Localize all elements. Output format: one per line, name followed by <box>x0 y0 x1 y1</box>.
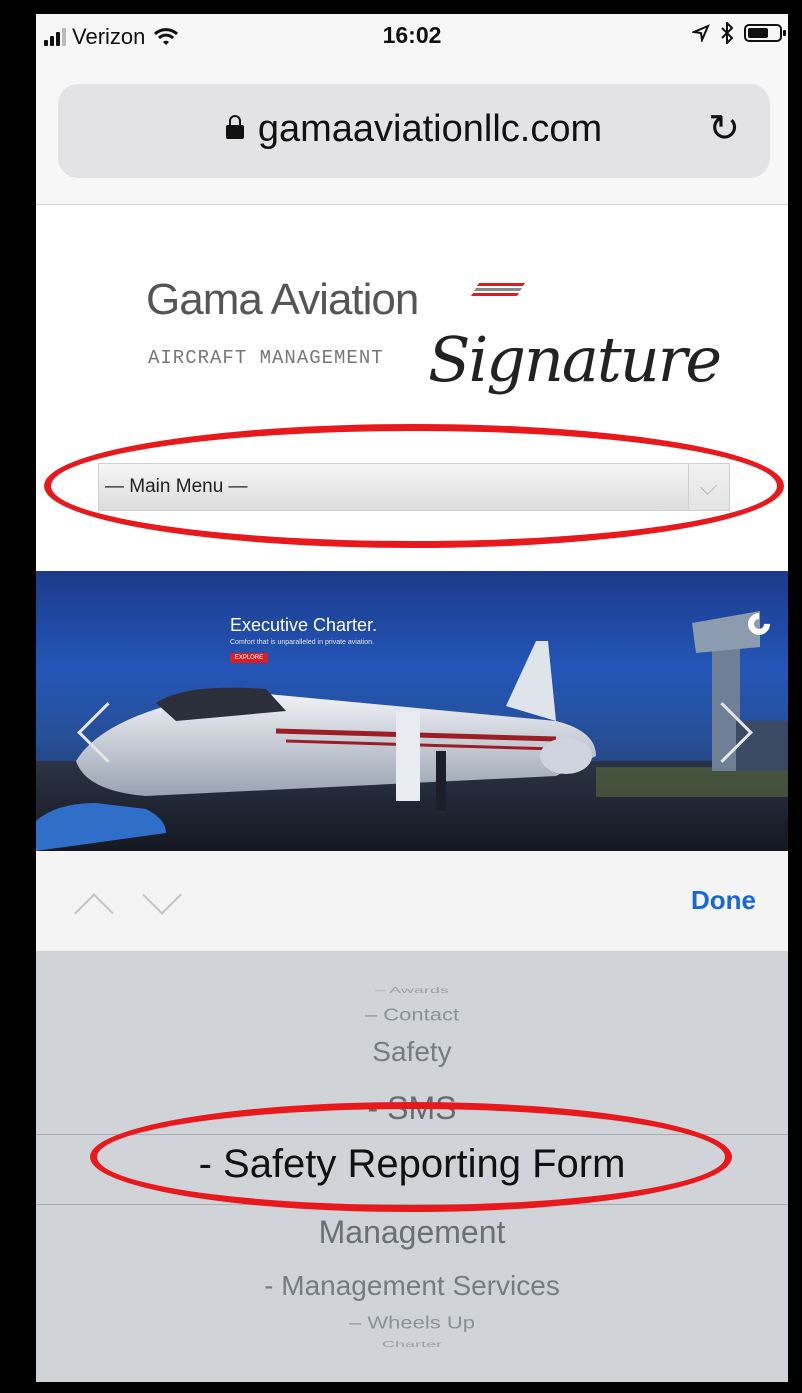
jet-image <box>36 611 788 851</box>
picker-option[interactable]: – Contact <box>36 1005 788 1026</box>
logo-signature: Signature <box>428 323 722 396</box>
picker-option[interactable]: Safety <box>36 1036 788 1068</box>
logo-stripes <box>470 283 526 299</box>
logo-subtitle: AIRCRAFT MANAGEMENT <box>148 347 384 369</box>
hero-headline: Executive Charter. <box>230 615 378 635</box>
next-field-icon[interactable] <box>142 875 182 915</box>
picker-option[interactable]: Charter <box>36 1340 788 1349</box>
bluetooth-icon <box>721 22 734 44</box>
status-bar: Verizon 16:02 <box>36 14 788 74</box>
picker-option[interactable]: - Management Services <box>36 1270 788 1302</box>
hero-tagline: Comfort that is unparalleled in private … <box>230 639 374 646</box>
hero-explore-button[interactable]: EXPLORE <box>230 653 268 663</box>
site-logo[interactable]: Gama Aviation AIRCRAFT MANAGEMENT Signat… <box>146 275 722 396</box>
hero-slider: Executive Charter. Comfort that is unpar… <box>36 571 788 851</box>
picker-toolbar: Done <box>36 851 788 952</box>
reload-icon[interactable]: ↻ <box>708 106 740 151</box>
previous-field-icon[interactable] <box>74 893 114 933</box>
annotation-ring-safety-form <box>90 1102 732 1212</box>
url-text: gamaaviationllc.com <box>257 108 603 150</box>
annotation-ring-main-menu <box>44 424 784 548</box>
location-arrow-icon <box>692 24 710 42</box>
done-button[interactable]: Done <box>691 885 756 916</box>
status-right <box>692 22 786 44</box>
picker-option[interactable]: Management <box>36 1214 788 1251</box>
logo-brand-name: Gama Aviation <box>146 275 419 324</box>
battery-icon <box>744 24 786 42</box>
clock: 16:02 <box>382 22 442 48</box>
address-bar[interactable]: gamaaviationllc.com ↻ <box>58 84 770 178</box>
picker-option[interactable]: – Wheels Up <box>36 1313 788 1334</box>
lock-icon <box>225 115 244 139</box>
picker-option[interactable]: – Awards <box>36 986 788 995</box>
